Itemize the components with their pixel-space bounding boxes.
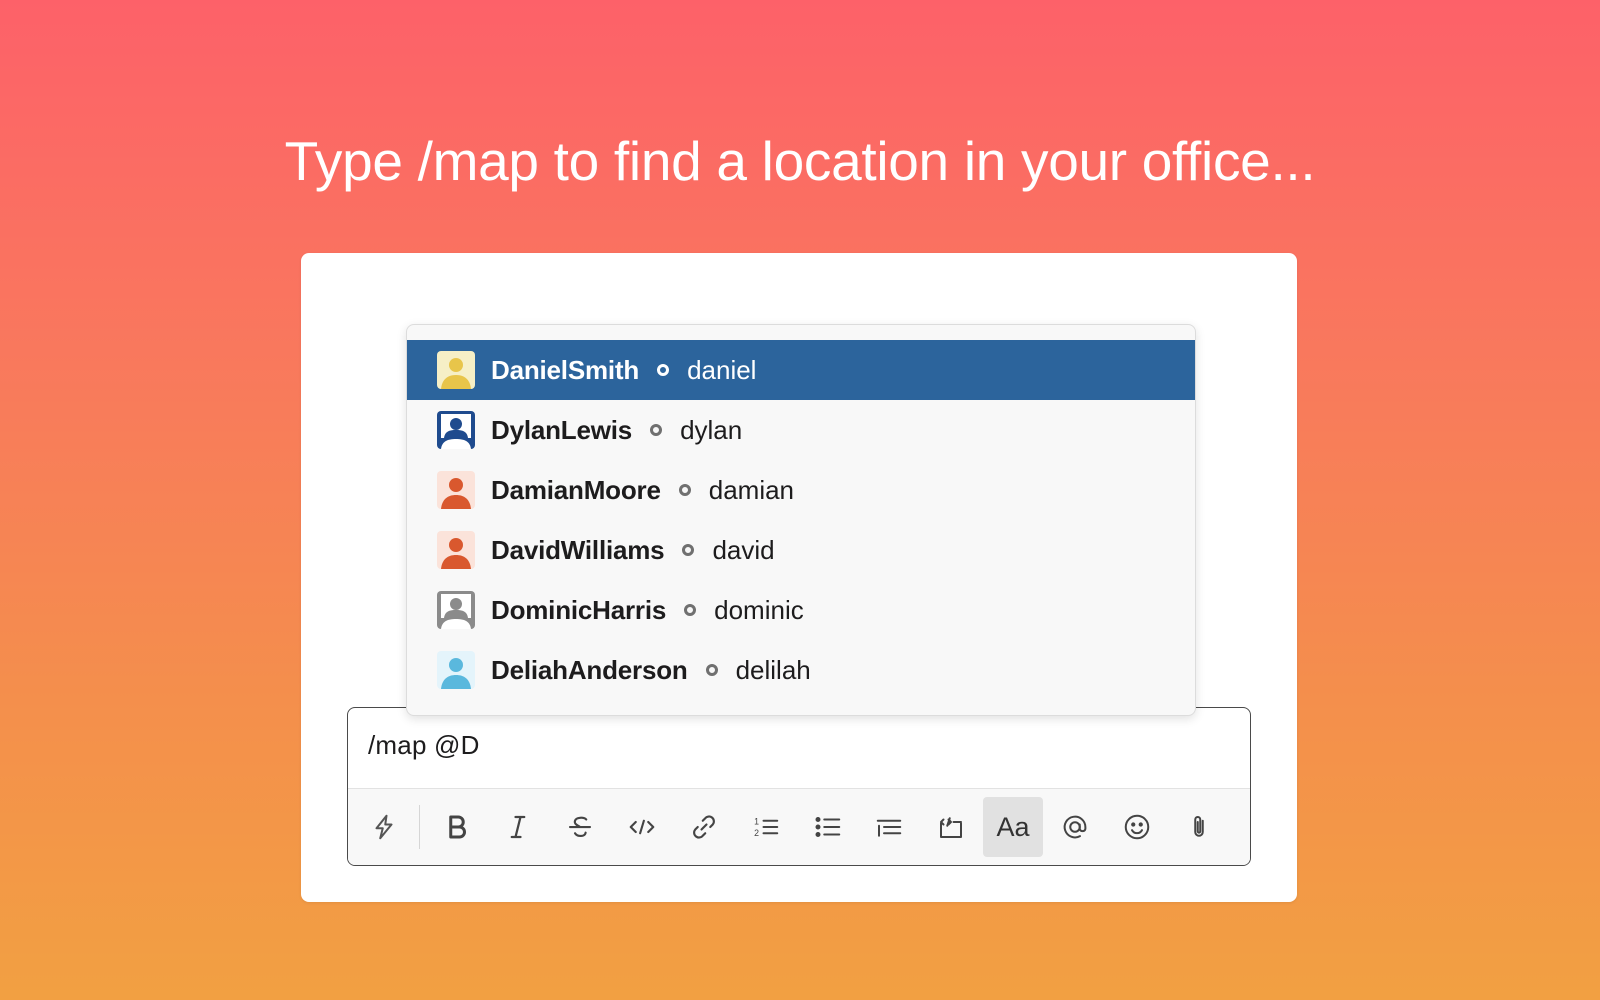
mention-icon[interactable]: [1045, 797, 1105, 857]
mention-option[interactable]: DylanLewis dylan: [407, 400, 1195, 460]
toolbar-divider: [419, 805, 420, 849]
headline: Type /map to find a location in your off…: [284, 130, 1316, 192]
emoji-icon[interactable]: [1107, 797, 1167, 857]
avatar: [437, 351, 475, 389]
mention-username: david: [712, 534, 775, 565]
mention-option[interactable]: DavidWilliams david: [407, 520, 1195, 580]
attachment-icon[interactable]: [1169, 797, 1229, 857]
strikethrough-icon[interactable]: [550, 797, 610, 857]
bulleted-list-icon[interactable]: [798, 797, 858, 857]
mention-display-name: DeliahAnderson: [491, 654, 688, 685]
mention-username: daniel: [687, 354, 757, 385]
presence-away-icon: [705, 664, 718, 676]
mention-username: delilah: [735, 654, 811, 685]
avatar: [437, 471, 475, 509]
formatting-toggle[interactable]: Aa: [983, 797, 1043, 857]
mention-display-name: DamianMoore: [491, 474, 661, 505]
presence-away-icon: [678, 484, 691, 496]
svg-text:2: 2: [754, 828, 759, 838]
mention-display-name: DavidWilliams: [491, 534, 665, 565]
avatar: [437, 531, 475, 569]
bold-icon[interactable]: [427, 797, 487, 857]
svg-text:1: 1: [754, 817, 759, 827]
mention-option[interactable]: DanielSmith daniel: [407, 340, 1195, 400]
link-icon[interactable]: [674, 797, 734, 857]
mention-username: dylan: [680, 414, 743, 445]
mention-display-name: DylanLewis: [491, 414, 633, 445]
mention-autocomplete-list: DanielSmith daniel DylanLewis dylan DamianMo…: [406, 324, 1196, 716]
message-input[interactable]: /map @D: [368, 730, 480, 761]
mention-option[interactable]: DominicHarris dominic: [407, 580, 1195, 640]
mention-option[interactable]: DeliahAnderson delilah: [407, 640, 1195, 700]
code-icon[interactable]: [612, 797, 672, 857]
lightning-icon[interactable]: [354, 797, 414, 857]
code-block-icon[interactable]: [921, 797, 981, 857]
message-composer[interactable]: /map @D 12 Aa: [347, 707, 1251, 866]
ordered-list-icon[interactable]: 12: [736, 797, 796, 857]
mention-username: damian: [708, 474, 795, 505]
presence-away-icon: [684, 604, 697, 616]
italic-icon[interactable]: [488, 797, 548, 857]
presence-away-icon: [682, 544, 695, 556]
blockquote-icon[interactable]: [859, 797, 919, 857]
formatting-toggle-label: Aa: [996, 811, 1030, 842]
presence-away-icon: [650, 424, 663, 436]
avatar: [437, 411, 475, 449]
avatar: [437, 591, 475, 629]
mention-username: dominic: [714, 594, 804, 625]
presence-away-icon: [657, 364, 670, 376]
mention-display-name: DominicHarris: [491, 594, 667, 625]
mention-option[interactable]: DamianMoore damian: [407, 460, 1195, 520]
formatting-toolbar: 12 Aa: [348, 788, 1250, 865]
avatar: [437, 651, 475, 689]
mention-display-name: DanielSmith: [491, 354, 640, 385]
